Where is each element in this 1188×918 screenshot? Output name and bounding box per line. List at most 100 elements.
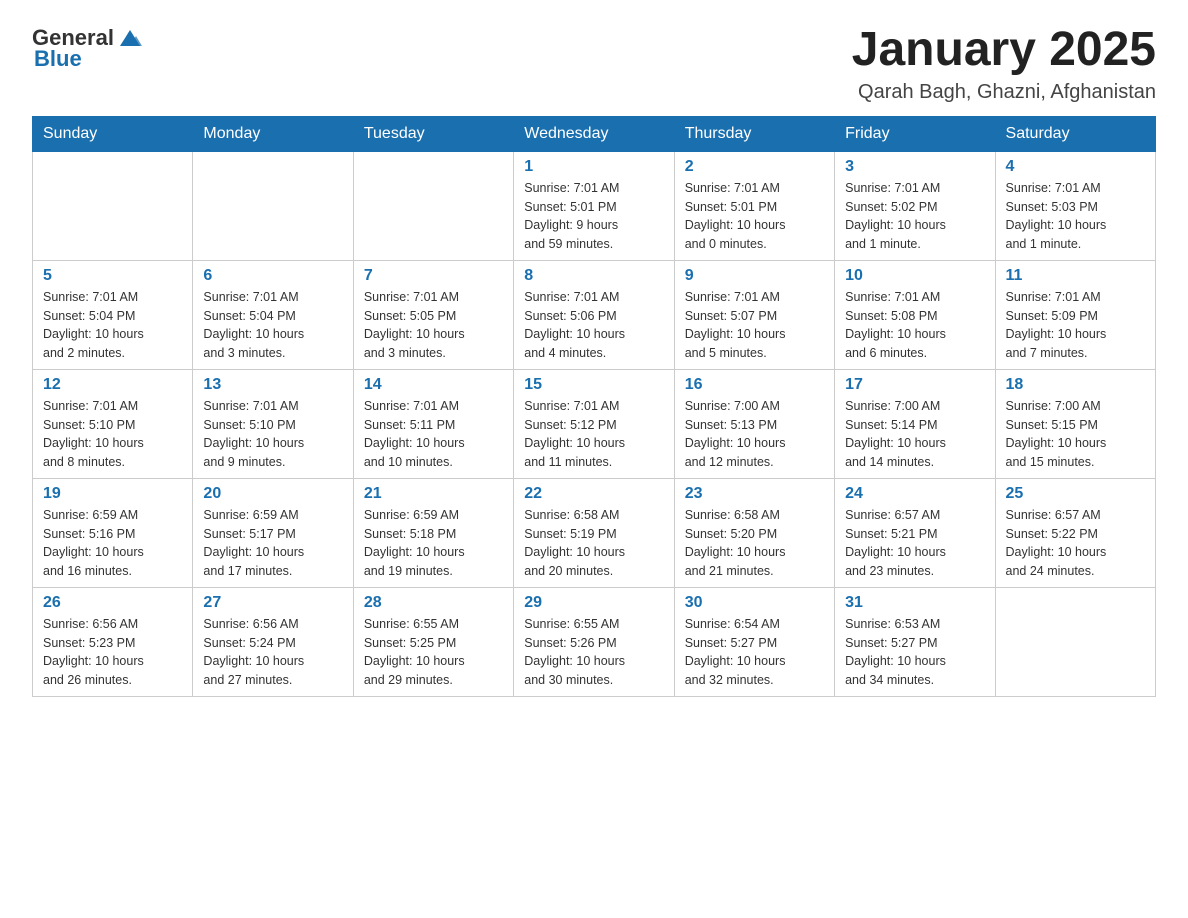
day-number: 3 <box>845 158 984 176</box>
day-info: Sunrise: 6:57 AM Sunset: 5:21 PM Dayligh… <box>845 506 984 581</box>
day-info: Sunrise: 7:01 AM Sunset: 5:07 PM Dayligh… <box>685 288 824 363</box>
day-number: 27 <box>203 594 342 612</box>
day-number: 4 <box>1006 158 1145 176</box>
calendar-cell: 2 Sunrise: 7:01 AM Sunset: 5:01 PM Daylig… <box>674 151 834 260</box>
day-info: Sunrise: 6:58 AM Sunset: 5:19 PM Dayligh… <box>524 506 663 581</box>
day-info: Sunrise: 6:58 AM Sunset: 5:20 PM Dayligh… <box>685 506 824 581</box>
day-number: 15 <box>524 376 663 394</box>
calendar-cell: 23 Sunrise: 6:58 AM Sunset: 5:20 PM Dayli… <box>674 478 834 587</box>
week-row-3: 19 Sunrise: 6:59 AM Sunset: 5:16 PM Dayli… <box>33 478 1156 587</box>
week-row-4: 26 Sunrise: 6:56 AM Sunset: 5:23 PM Dayli… <box>33 587 1156 696</box>
header-day-thursday: Thursday <box>674 116 834 151</box>
day-number: 24 <box>845 485 984 503</box>
day-info: Sunrise: 7:01 AM Sunset: 5:02 PM Dayligh… <box>845 179 984 254</box>
day-number: 26 <box>43 594 182 612</box>
day-info: Sunrise: 7:01 AM Sunset: 5:01 PM Dayligh… <box>685 179 824 254</box>
day-number: 2 <box>685 158 824 176</box>
calendar-cell: 18 Sunrise: 7:00 AM Sunset: 5:15 PM Dayli… <box>995 369 1155 478</box>
calendar-cell: 9 Sunrise: 7:01 AM Sunset: 5:07 PM Daylig… <box>674 260 834 369</box>
day-number: 11 <box>1006 267 1145 285</box>
day-info: Sunrise: 6:57 AM Sunset: 5:22 PM Dayligh… <box>1006 506 1145 581</box>
header-day-sunday: Sunday <box>33 116 193 151</box>
day-info: Sunrise: 7:01 AM Sunset: 5:11 PM Dayligh… <box>364 397 503 472</box>
day-number: 5 <box>43 267 182 285</box>
calendar-cell: 13 Sunrise: 7:01 AM Sunset: 5:10 PM Dayli… <box>193 369 353 478</box>
day-info: Sunrise: 7:01 AM Sunset: 5:01 PM Dayligh… <box>524 179 663 254</box>
calendar-cell: 3 Sunrise: 7:01 AM Sunset: 5:02 PM Daylig… <box>835 151 995 260</box>
calendar-cell <box>995 587 1155 696</box>
calendar-cell <box>353 151 513 260</box>
calendar-cell: 21Sunrise: 6:59 AM Sunset: 5:18 PM Dayli… <box>353 478 513 587</box>
day-number: 28 <box>364 594 503 612</box>
calendar-cell: 5 Sunrise: 7:01 AM Sunset: 5:04 PM Daylig… <box>33 260 193 369</box>
calendar-cell: 31Sunrise: 6:53 AM Sunset: 5:27 PM Dayli… <box>835 587 995 696</box>
day-number: 22 <box>524 485 663 503</box>
calendar-cell <box>33 151 193 260</box>
day-info: Sunrise: 7:01 AM Sunset: 5:03 PM Dayligh… <box>1006 179 1145 254</box>
day-info: Sunrise: 7:01 AM Sunset: 5:05 PM Dayligh… <box>364 288 503 363</box>
day-info: Sunrise: 6:53 AM Sunset: 5:27 PM Dayligh… <box>845 615 984 690</box>
calendar-cell: 15 Sunrise: 7:01 AM Sunset: 5:12 PM Dayli… <box>514 369 674 478</box>
day-info: Sunrise: 6:54 AM Sunset: 5:27 PM Dayligh… <box>685 615 824 690</box>
day-info: Sunrise: 6:59 AM Sunset: 5:17 PM Dayligh… <box>203 506 342 581</box>
logo: General Blue <box>32 24 144 72</box>
day-info: Sunrise: 6:56 AM Sunset: 5:23 PM Dayligh… <box>43 615 182 690</box>
calendar-cell: 12 Sunrise: 7:01 AM Sunset: 5:10 PM Dayli… <box>33 369 193 478</box>
day-number: 12 <box>43 376 182 394</box>
day-info: Sunrise: 6:55 AM Sunset: 5:26 PM Dayligh… <box>524 615 663 690</box>
day-info: Sunrise: 7:01 AM Sunset: 5:04 PM Dayligh… <box>43 288 182 363</box>
page-header: General Blue January 2025 Qarah Bagh, Gh… <box>32 24 1156 104</box>
day-info: Sunrise: 6:59 AM Sunset: 5:18 PM Dayligh… <box>364 506 503 581</box>
week-row-2: 12 Sunrise: 7:01 AM Sunset: 5:10 PM Dayli… <box>33 369 1156 478</box>
calendar-cell: 1Sunrise: 7:01 AM Sunset: 5:01 PM Daylig… <box>514 151 674 260</box>
calendar-cell: 16 Sunrise: 7:00 AM Sunset: 5:13 PM Dayli… <box>674 369 834 478</box>
header-day-wednesday: Wednesday <box>514 116 674 151</box>
header-day-monday: Monday <box>193 116 353 151</box>
day-number: 19 <box>43 485 182 503</box>
calendar-cell: 14Sunrise: 7:01 AM Sunset: 5:11 PM Dayli… <box>353 369 513 478</box>
day-number: 23 <box>685 485 824 503</box>
day-number: 18 <box>1006 376 1145 394</box>
header-row: SundayMondayTuesdayWednesdayThursdayFrid… <box>33 116 1156 151</box>
calendar-cell: 24 Sunrise: 6:57 AM Sunset: 5:21 PM Dayli… <box>835 478 995 587</box>
day-info: Sunrise: 7:01 AM Sunset: 5:09 PM Dayligh… <box>1006 288 1145 363</box>
calendar-cell: 10 Sunrise: 7:01 AM Sunset: 5:08 PM Dayli… <box>835 260 995 369</box>
day-info: Sunrise: 7:01 AM Sunset: 5:10 PM Dayligh… <box>203 397 342 472</box>
calendar-table: SundayMondayTuesdayWednesdayThursdayFrid… <box>32 116 1156 697</box>
logo-icon <box>116 24 144 52</box>
day-number: 29 <box>524 594 663 612</box>
week-row-0: 1Sunrise: 7:01 AM Sunset: 5:01 PM Daylig… <box>33 151 1156 260</box>
calendar-cell: 22 Sunrise: 6:58 AM Sunset: 5:19 PM Dayli… <box>514 478 674 587</box>
day-number: 16 <box>685 376 824 394</box>
day-number: 8 <box>524 267 663 285</box>
day-info: Sunrise: 7:00 AM Sunset: 5:13 PM Dayligh… <box>685 397 824 472</box>
day-info: Sunrise: 7:01 AM Sunset: 5:12 PM Dayligh… <box>524 397 663 472</box>
calendar-cell: 11 Sunrise: 7:01 AM Sunset: 5:09 PM Dayli… <box>995 260 1155 369</box>
calendar-cell: 26 Sunrise: 6:56 AM Sunset: 5:23 PM Dayli… <box>33 587 193 696</box>
day-info: Sunrise: 7:01 AM Sunset: 5:10 PM Dayligh… <box>43 397 182 472</box>
calendar-cell: 20Sunrise: 6:59 AM Sunset: 5:17 PM Dayli… <box>193 478 353 587</box>
calendar-cell: 8 Sunrise: 7:01 AM Sunset: 5:06 PM Daylig… <box>514 260 674 369</box>
day-number: 17 <box>845 376 984 394</box>
day-info: Sunrise: 6:55 AM Sunset: 5:25 PM Dayligh… <box>364 615 503 690</box>
calendar-cell: 6Sunrise: 7:01 AM Sunset: 5:04 PM Daylig… <box>193 260 353 369</box>
day-number: 25 <box>1006 485 1145 503</box>
day-info: Sunrise: 7:00 AM Sunset: 5:15 PM Dayligh… <box>1006 397 1145 472</box>
day-info: Sunrise: 7:00 AM Sunset: 5:14 PM Dayligh… <box>845 397 984 472</box>
calendar-cell: 29 Sunrise: 6:55 AM Sunset: 5:26 PM Dayli… <box>514 587 674 696</box>
day-number: 10 <box>845 267 984 285</box>
calendar-cell: 27 Sunrise: 6:56 AM Sunset: 5:24 PM Dayli… <box>193 587 353 696</box>
header-day-tuesday: Tuesday <box>353 116 513 151</box>
calendar-cell: 25 Sunrise: 6:57 AM Sunset: 5:22 PM Dayli… <box>995 478 1155 587</box>
calendar-cell: 28 Sunrise: 6:55 AM Sunset: 5:25 PM Dayli… <box>353 587 513 696</box>
day-number: 9 <box>685 267 824 285</box>
logo-blue: Blue <box>34 46 82 72</box>
day-number: 13 <box>203 376 342 394</box>
day-info: Sunrise: 7:01 AM Sunset: 5:06 PM Dayligh… <box>524 288 663 363</box>
calendar-cell: 30Sunrise: 6:54 AM Sunset: 5:27 PM Dayli… <box>674 587 834 696</box>
day-info: Sunrise: 6:59 AM Sunset: 5:16 PM Dayligh… <box>43 506 182 581</box>
title-section: January 2025 Qarah Bagh, Ghazni, Afghani… <box>852 24 1156 104</box>
calendar-cell <box>193 151 353 260</box>
day-info: Sunrise: 6:56 AM Sunset: 5:24 PM Dayligh… <box>203 615 342 690</box>
day-info: Sunrise: 7:01 AM Sunset: 5:08 PM Dayligh… <box>845 288 984 363</box>
